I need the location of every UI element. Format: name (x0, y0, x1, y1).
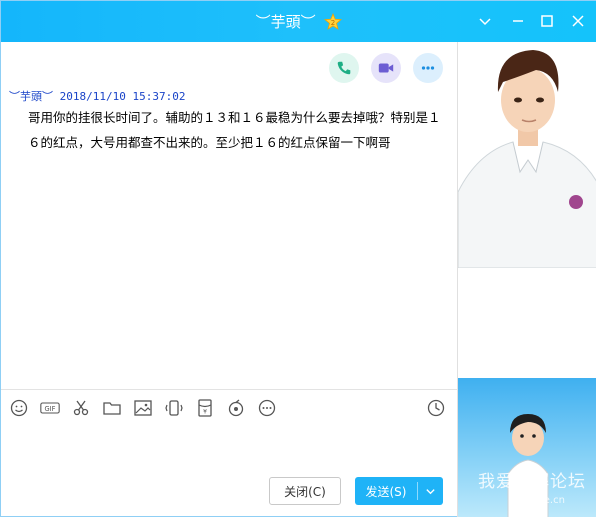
contact-show-panel (457, 42, 596, 517)
window-title: ︶芋頭︶ 2 (1, 11, 596, 32)
contact-name: ︶芋頭︶ (255, 13, 316, 31)
watermark-text: 我爱破解论坛 (478, 472, 586, 492)
svg-text:GIF: GIF (45, 405, 56, 413)
phone-icon (337, 61, 351, 75)
shake-icon[interactable] (162, 397, 186, 419)
image-icon[interactable] (131, 397, 155, 419)
send-options-chevron-icon[interactable] (418, 486, 443, 497)
chat-window: ︶芋頭︶ 2 ︶芋頭︶ 2018/11/10 15:37:02 哥用你的挂很长时… (0, 0, 596, 517)
dropdown-chevron-icon[interactable] (476, 12, 494, 30)
contact-avatar-show (458, 42, 596, 268)
input-toolbar: GIF ¥ (7, 397, 279, 419)
close-icon[interactable] (569, 12, 587, 30)
minimize-icon[interactable] (509, 12, 527, 30)
close-button[interactable]: 关闭(C) (269, 477, 341, 505)
video-call-button[interactable] (371, 53, 401, 83)
call-actions (329, 53, 443, 83)
voice-call-button[interactable] (329, 53, 359, 83)
send-button[interactable]: 发送(S) (355, 477, 443, 505)
message-text: 哥用你的挂很长时间了。辅助的１３和１６最稳为什么要去掉哦？特别是１６的红点，大号… (28, 110, 441, 150)
message-area: ︶芋頭︶ 2018/11/10 15:37:02 哥用你的挂很长时间了。辅助的１… (1, 42, 457, 389)
more-dots-icon (421, 66, 435, 70)
input-divider (1, 389, 457, 390)
star-badge-level: 2 (331, 19, 335, 27)
message-input[interactable] (1, 421, 457, 471)
emoji-icon[interactable] (7, 397, 31, 419)
svg-text:¥: ¥ (203, 409, 207, 416)
clock-icon[interactable] (426, 398, 446, 418)
title-bar[interactable]: ︶芋頭︶ 2 (1, 1, 596, 42)
folder-icon[interactable] (100, 397, 124, 419)
music-icon[interactable] (224, 397, 248, 419)
scissors-icon[interactable] (69, 397, 93, 419)
send-button-label: 发送(S) (365, 484, 407, 499)
message-sender[interactable]: ︶芋頭︶ (9, 90, 53, 103)
message-timestamp: 2018/11/10 15:37:02 (59, 90, 186, 103)
watermark-subtext: 52pojie.cn (513, 495, 565, 506)
more-icon[interactable] (255, 397, 279, 419)
gif-icon[interactable]: GIF (38, 397, 62, 419)
red-packet-icon[interactable]: ¥ (193, 397, 217, 419)
star-badge-icon: 2 (324, 12, 343, 31)
video-camera-icon (378, 63, 394, 73)
maximize-icon[interactable] (538, 12, 556, 30)
message-header: ︶芋頭︶ 2018/11/10 15:37:02 (9, 88, 185, 104)
more-actions-button[interactable] (413, 53, 443, 83)
